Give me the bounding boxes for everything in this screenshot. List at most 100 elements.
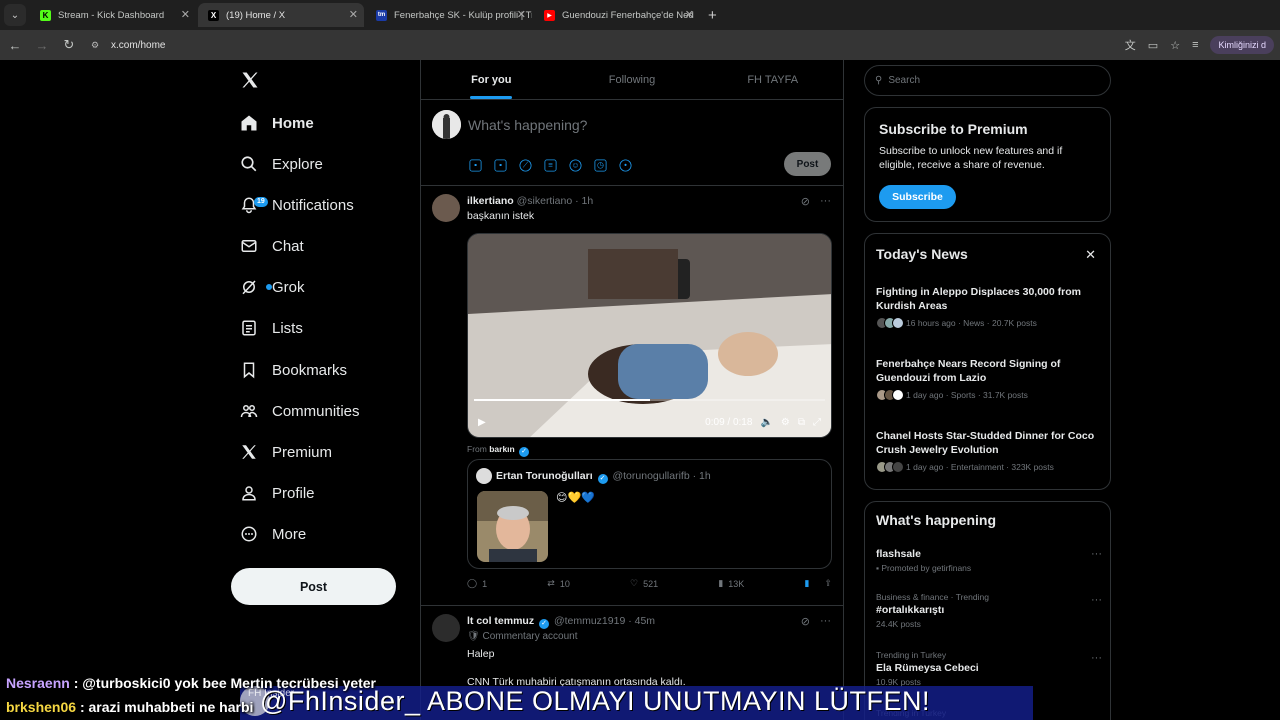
- nav-explore[interactable]: Explore: [240, 146, 323, 182]
- trend-item[interactable]: Trending in Turkey Ela Rümeysa Cebeci 10…: [876, 650, 1102, 687]
- nav-communities[interactable]: Communities: [240, 393, 360, 429]
- nav-more[interactable]: More: [240, 516, 306, 552]
- chart-icon: ▮: [718, 578, 724, 588]
- youtube-favicon-icon: ▶: [544, 9, 555, 21]
- author-name[interactable]: lt col temmuz: [467, 615, 534, 627]
- author-handle[interactable]: @sikertiano: [517, 195, 573, 207]
- more-options-icon[interactable]: ···: [820, 195, 831, 208]
- trend-item[interactable]: Business & finance · Trending #ortalıkka…: [876, 592, 1102, 629]
- pip-icon[interactable]: ⧉: [798, 417, 805, 428]
- reload-icon[interactable]: ↻: [57, 37, 81, 53]
- more-options-icon[interactable]: ···: [820, 615, 831, 628]
- author-name[interactable]: ilkertiano: [467, 195, 514, 207]
- stream-chat-overlay: Nesraenn : @turboskici0 yok bee Mertin t…: [6, 671, 376, 719]
- tweet-time[interactable]: · 1h: [575, 195, 593, 207]
- verified-icon: ✓: [539, 619, 550, 629]
- tab-following[interactable]: Following: [562, 60, 703, 99]
- grok-compose-icon[interactable]: ⟋: [519, 159, 532, 172]
- bookmark-filled-icon[interactable]: ▮: [804, 578, 809, 589]
- nav-home[interactable]: Home: [240, 105, 314, 141]
- repost-button[interactable]: ⇄ 10: [547, 578, 570, 589]
- close-tab-icon[interactable]: ✕: [517, 8, 526, 21]
- nav-lists[interactable]: Lists: [240, 310, 303, 346]
- grok-icon[interactable]: ⊘: [801, 195, 810, 208]
- home-icon: [240, 114, 258, 132]
- like-button[interactable]: ♡ 521: [630, 578, 658, 589]
- nav-chat[interactable]: Chat: [240, 228, 304, 264]
- news-item[interactable]: Fighting in Aleppo Displaces 30,000 from…: [876, 285, 1104, 329]
- fullscreen-icon[interactable]: ⤢: [813, 417, 821, 428]
- more-options-icon[interactable]: ···: [1091, 652, 1102, 664]
- image-icon[interactable]: ▪: [469, 159, 482, 172]
- tab-fh-tayfa[interactable]: FH TAYFA: [702, 60, 843, 99]
- location-icon[interactable]: •: [619, 159, 632, 172]
- share-icon[interactable]: ⇪: [824, 578, 832, 589]
- close-tab-icon[interactable]: ✕: [685, 8, 694, 21]
- site-info-icon[interactable]: ⚙: [91, 40, 103, 50]
- quote-author-name: Ertan Torunoğulları: [496, 470, 593, 482]
- from-name[interactable]: barkın: [489, 444, 515, 454]
- close-tab-icon[interactable]: ✕: [181, 8, 190, 21]
- schedule-icon[interactable]: ◷: [594, 159, 607, 172]
- nav-label: Lists: [272, 319, 303, 337]
- volume-icon[interactable]: 🔈: [760, 417, 772, 428]
- tweet-time[interactable]: · 45m: [628, 615, 655, 627]
- composer-post-button[interactable]: Post: [784, 152, 831, 176]
- reply-button[interactable]: ◯ 1: [467, 578, 487, 589]
- forward-icon[interactable]: →: [30, 38, 54, 53]
- nav-notifications[interactable]: 19 Notifications: [240, 187, 354, 223]
- quoted-tweet[interactable]: Ertan Torunoğulları ✓ @torunogullarifb ·…: [467, 459, 832, 569]
- chat-username: brkshen06: [6, 699, 77, 715]
- more-options-icon[interactable]: ···: [1091, 594, 1102, 606]
- address-bar[interactable]: ⚙ x.com/home: [91, 34, 1171, 56]
- settings-icon[interactable]: ⚙: [781, 417, 790, 428]
- grok-icon[interactable]: ⊘: [801, 615, 810, 628]
- browser-tab[interactable]: K Stream - Kick Dashboard ✕: [30, 3, 196, 27]
- browser-tab[interactable]: tm Fenerbahçe SK - Kulüp profili | Tr ✕: [366, 3, 532, 27]
- play-icon[interactable]: ▶: [478, 417, 486, 428]
- video-player[interactable]: ▶ 0:09 / 0:18 🔈 ⚙ ⧉ ⤢: [467, 233, 832, 438]
- kick-favicon-icon: K: [40, 9, 51, 21]
- search-input[interactable]: ⚲ Search: [864, 65, 1111, 96]
- nav-bookmarks[interactable]: Bookmarks: [240, 352, 347, 388]
- subscribe-button[interactable]: Subscribe: [879, 185, 956, 209]
- author-handle[interactable]: @temmuz1919: [554, 615, 625, 627]
- composer-post-label: Post: [796, 158, 819, 170]
- nav-profile[interactable]: Profile: [240, 475, 315, 511]
- avatar[interactable]: [432, 194, 460, 222]
- more-options-icon[interactable]: ···: [1091, 548, 1102, 560]
- news-item[interactable]: Chanel Hosts Star-Studded Dinner for Coc…: [876, 429, 1104, 473]
- reading-list-icon[interactable]: ≡: [1192, 39, 1198, 51]
- nav-grok[interactable]: Grok: [240, 269, 305, 305]
- tweet[interactable]: ilkertiano @sikertiano · 1h ⊘ ··· başkanı…: [421, 186, 843, 606]
- close-icon[interactable]: ✕: [1085, 247, 1096, 263]
- translate-icon[interactable]: 文: [1125, 37, 1136, 53]
- tab-for-you[interactable]: For you: [421, 60, 562, 99]
- views-button[interactable]: ▮ 13K: [718, 578, 744, 589]
- avatar[interactable]: [432, 614, 460, 642]
- trend-item[interactable]: flashsale ▪ Promoted by getirfinans ···: [876, 546, 1102, 573]
- avatar[interactable]: [432, 110, 461, 139]
- post-button[interactable]: Post: [231, 568, 396, 605]
- cast-icon[interactable]: ▭: [1148, 39, 1158, 52]
- browser-tab[interactable]: ▶ Guendouzi Fenerbahçe'de Ned ✕: [534, 3, 700, 27]
- new-tab-icon[interactable]: +: [708, 7, 717, 24]
- news-item[interactable]: Fenerbahçe Nears Record Signing of Guend…: [876, 357, 1104, 401]
- browser-tab-active[interactable]: X (19) Home / X ✕: [198, 3, 364, 27]
- nav-premium[interactable]: Premium: [240, 434, 332, 470]
- verified-icon: ✓: [597, 474, 608, 484]
- avatar[interactable]: [476, 468, 492, 484]
- back-icon[interactable]: ←: [3, 38, 27, 53]
- composer-input[interactable]: What's happening?: [468, 117, 587, 133]
- star-icon[interactable]: ☆: [1170, 39, 1180, 52]
- close-tab-icon[interactable]: ✕: [349, 8, 358, 21]
- tab-search-button[interactable]: ⌄: [4, 4, 26, 26]
- x-logo-icon[interactable]: [240, 70, 260, 96]
- emoji-icon[interactable]: ☺: [569, 159, 582, 172]
- video-progress-bar[interactable]: [474, 399, 825, 401]
- main-timeline: For you Following FH TAYFA What's happen…: [420, 60, 844, 720]
- poll-icon[interactable]: ≡: [544, 159, 557, 172]
- profile-chip[interactable]: Kimliğinizi d: [1210, 36, 1274, 54]
- gif-icon[interactable]: ▪: [494, 159, 507, 172]
- quote-image[interactable]: [477, 491, 548, 562]
